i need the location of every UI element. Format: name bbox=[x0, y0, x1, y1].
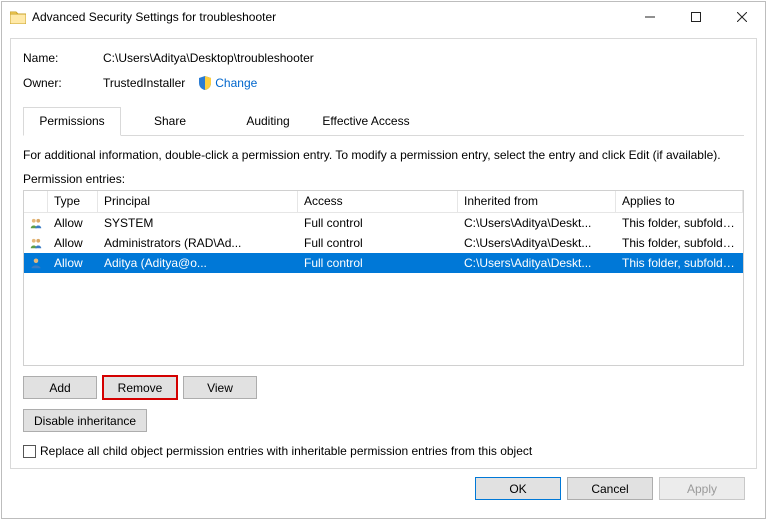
group-icon bbox=[24, 213, 48, 233]
cell-type: Allow bbox=[48, 234, 98, 252]
view-button[interactable]: View bbox=[183, 376, 257, 399]
tab-auditing[interactable]: Auditing bbox=[219, 107, 317, 135]
info-text: For additional information, double-click… bbox=[23, 148, 744, 162]
cell-inherited: C:\Users\Aditya\Deskt... bbox=[458, 254, 616, 272]
cell-principal: Administrators (RAD\Ad... bbox=[98, 234, 298, 252]
cell-principal: SYSTEM bbox=[98, 214, 298, 232]
cell-principal: Aditya (Aditya@o... bbox=[98, 254, 298, 272]
grid-header: Type Principal Access Inherited from App… bbox=[24, 191, 743, 213]
cell-applies: This folder, subfolders and files bbox=[616, 214, 743, 232]
add-button[interactable]: Add bbox=[23, 376, 97, 399]
tab-share[interactable]: Share bbox=[121, 107, 219, 135]
folder-icon bbox=[10, 10, 26, 24]
advanced-security-window: Advanced Security Settings for troublesh… bbox=[1, 1, 766, 519]
header-type[interactable]: Type bbox=[48, 191, 98, 212]
ok-button[interactable]: OK bbox=[475, 477, 561, 500]
apply-button: Apply bbox=[659, 477, 745, 500]
cell-inherited: C:\Users\Aditya\Deskt... bbox=[458, 214, 616, 232]
owner-label: Owner: bbox=[23, 76, 103, 90]
remove-button[interactable]: Remove bbox=[103, 376, 177, 399]
content-panel: Name: C:\Users\Aditya\Desktop\troublesho… bbox=[10, 38, 757, 469]
tabs: Permissions Share Auditing Effective Acc… bbox=[23, 107, 744, 136]
user-icon bbox=[24, 253, 48, 273]
replace-child-label: Replace all child object permission entr… bbox=[40, 444, 532, 458]
tab-effective-access[interactable]: Effective Access bbox=[317, 107, 415, 135]
cell-inherited: C:\Users\Aditya\Deskt... bbox=[458, 234, 616, 252]
close-button[interactable] bbox=[719, 2, 765, 32]
cell-type: Allow bbox=[48, 214, 98, 232]
group-icon bbox=[24, 233, 48, 253]
cell-applies: This folder, subfolders and files bbox=[616, 234, 743, 252]
shield-icon bbox=[197, 75, 213, 91]
permissions-grid[interactable]: Type Principal Access Inherited from App… bbox=[23, 190, 744, 366]
tab-permissions[interactable]: Permissions bbox=[23, 107, 121, 136]
header-inherited[interactable]: Inherited from bbox=[458, 191, 616, 212]
titlebar: Advanced Security Settings for troublesh… bbox=[2, 2, 765, 32]
window-title: Advanced Security Settings for troublesh… bbox=[32, 10, 627, 24]
cell-type: Allow bbox=[48, 254, 98, 272]
cell-access: Full control bbox=[298, 254, 458, 272]
owner-value: TrustedInstaller bbox=[103, 76, 185, 90]
name-value: C:\Users\Aditya\Desktop\troubleshooter bbox=[103, 51, 314, 65]
minimize-button[interactable] bbox=[627, 2, 673, 32]
cell-applies: This folder, subfolders and files bbox=[616, 254, 743, 272]
entries-label: Permission entries: bbox=[23, 172, 744, 186]
dialog-footer: OK Cancel Apply bbox=[10, 469, 757, 510]
cell-access: Full control bbox=[298, 234, 458, 252]
cell-access: Full control bbox=[298, 214, 458, 232]
change-owner-link[interactable]: Change bbox=[215, 76, 257, 90]
header-principal[interactable]: Principal bbox=[98, 191, 298, 212]
replace-child-checkbox-row[interactable]: Replace all child object permission entr… bbox=[23, 444, 744, 458]
table-row[interactable]: AllowSYSTEMFull controlC:\Users\Aditya\D… bbox=[24, 213, 743, 233]
cancel-button[interactable]: Cancel bbox=[567, 477, 653, 500]
header-applies[interactable]: Applies to bbox=[616, 191, 743, 212]
name-label: Name: bbox=[23, 51, 103, 65]
replace-child-checkbox[interactable] bbox=[23, 445, 36, 458]
table-row[interactable]: AllowAditya (Aditya@o...Full controlC:\U… bbox=[24, 253, 743, 273]
table-row[interactable]: AllowAdministrators (RAD\Ad...Full contr… bbox=[24, 233, 743, 253]
disable-inheritance-button[interactable]: Disable inheritance bbox=[23, 409, 147, 432]
header-access[interactable]: Access bbox=[298, 191, 458, 212]
maximize-button[interactable] bbox=[673, 2, 719, 32]
